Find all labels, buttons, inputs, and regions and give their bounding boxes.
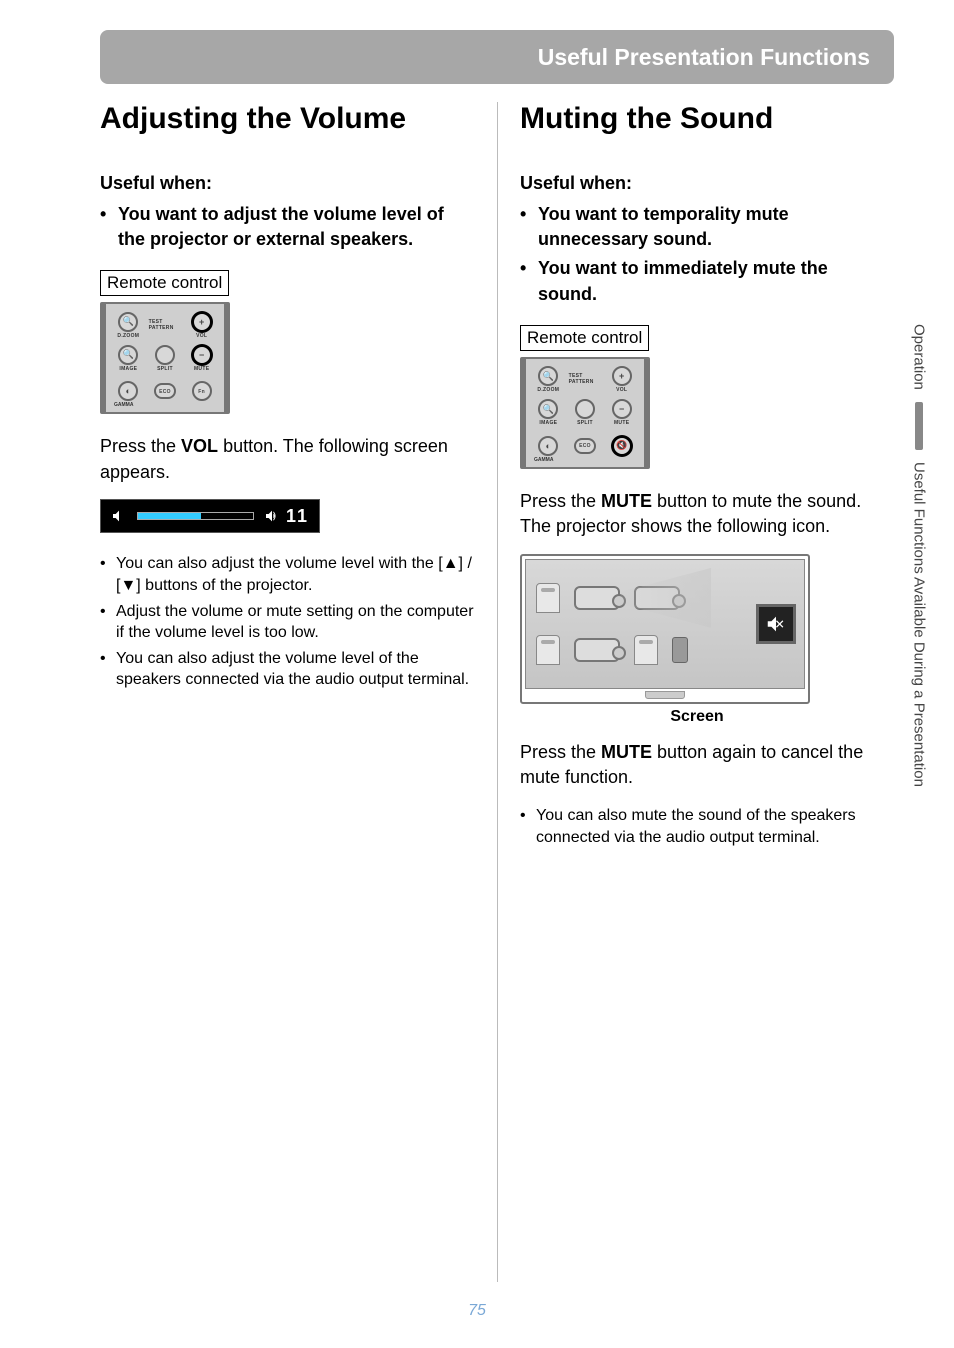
plus-icon: + [192,312,212,332]
remote-dzoom-minus: 🔍IMAGE [532,398,565,428]
page-number: 75 [0,1302,954,1320]
remote-control-figure: 🔍D.ZOOM TEST PATTERN +VOL 🔍IMAGE SPLIT −… [100,302,230,414]
circle-icon [155,345,175,365]
remote-vol-minus: −MUTE [185,343,218,373]
heading-muting-sound: Muting the Sound [520,102,874,135]
remote-test-pattern: TEST PATTERN [149,310,182,340]
header-bar: Useful Presentation Functions [100,30,894,84]
screen-figure [520,554,810,704]
column-left: Adjusting the Volume Useful when: You wa… [100,102,497,1282]
list-item: You can also adjust the volume level wit… [100,553,475,596]
remote-mini-icon [672,637,688,663]
minus-icon: − [612,399,632,419]
notes-list: You can also adjust the volume level wit… [100,553,475,691]
useful-when-list: You want to adjust the volume level of t… [100,202,475,252]
side-tab-useful-functions: Useful Functions Available During a Pres… [911,458,928,791]
mount-icon [634,635,658,665]
columns: Adjusting the Volume Useful when: You wa… [100,102,894,1282]
remote-fn: Fn [185,376,218,406]
screen-caption: Screen [520,708,874,726]
notes-list: You can also mute the sound of the speak… [520,805,874,848]
heading-adjusting-volume: Adjusting the Volume [100,102,475,135]
plus-icon: + [612,366,632,386]
paragraph: Press the VOL button. The following scre… [100,434,475,485]
list-item: You want to adjust the volume level of t… [100,202,475,252]
remote-split: SPLIT [569,398,602,428]
projector-icon [574,638,620,662]
remote-dzoom-minus: 🔍IMAGE [112,343,145,373]
remote-split: SPLIT [149,343,182,373]
side-tab-divider [915,402,923,450]
image-icon: ◐ [538,436,558,456]
useful-when-label: Useful when: [100,173,475,194]
minus-icon: − [192,345,212,365]
useful-when-label: Useful when: [520,173,874,194]
remote-dzoom-plus: 🔍D.ZOOM [112,310,145,340]
paragraph: Press the MUTE button again to cancel th… [520,740,874,791]
paragraph: Press the MUTE button to mute the sound.… [520,489,874,540]
magnify-plus-icon: 🔍 [538,366,558,386]
volume-track [137,512,254,520]
remote-mute-btn: 🔇 [605,431,638,461]
side-tabs: Operation Useful Functions Available Dur… [906,320,932,791]
mount-icon [536,583,560,613]
circle-icon [575,399,595,419]
page: Useful Presentation Functions Adjusting … [0,0,954,1348]
remote-control-figure: 🔍D.ZOOM TEST PATTERN +VOL 🔍IMAGE SPLIT −… [520,357,650,469]
volume-value-group: 11 [264,506,309,527]
fn-icon: Fn [192,381,212,401]
list-item: You want to temporality mute unnecessary… [520,202,874,252]
side-tab-operation: Operation [911,320,928,394]
image-icon: ◐ [118,381,138,401]
mute-icon: 🔇 [612,436,632,456]
magnify-plus-icon: 🔍 [118,312,138,332]
magnify-minus-icon: 🔍 [538,399,558,419]
list-item: You can also mute the sound of the speak… [520,805,874,848]
screen-stand [645,691,685,699]
list-item: Adjust the volume or mute setting on the… [100,601,475,644]
volume-value: 11 [286,506,309,527]
remote-control-label: Remote control [100,270,229,296]
column-right: Muting the Sound Useful when: You want t… [497,102,894,1282]
remote-control-label: Remote control [520,325,649,351]
remote-eco: ECO [149,376,182,406]
speaker-muted-icon [765,613,787,635]
screen-canvas [525,559,805,689]
magnify-minus-icon: 🔍 [118,345,138,365]
eco-icon: ECO [154,383,176,399]
mount-icon [536,635,560,665]
list-item: You want to immediately mute the sound. [520,256,874,306]
remote-vol-plus: +VOL [185,310,218,340]
remote-dzoom-plus: 🔍D.ZOOM [532,365,565,395]
header-title: Useful Presentation Functions [538,44,870,71]
remote-test-pattern: TEST PATTERN [569,365,602,395]
remote-vol-plus: +VOL [605,365,638,395]
projector-icon [574,586,620,610]
mute-osd-badge [756,604,796,644]
list-item: You can also adjust the volume level of … [100,648,475,691]
speaker-icon [264,508,280,524]
useful-when-list: You want to temporality mute unnecessary… [520,202,874,307]
volume-fill [138,513,201,519]
speaker-min-icon [111,508,127,524]
remote-vol-minus: −MUTE [605,398,638,428]
volume-osd: 11 [100,499,320,533]
remote-eco: ECO [569,431,602,461]
eco-icon: ECO [574,438,596,454]
